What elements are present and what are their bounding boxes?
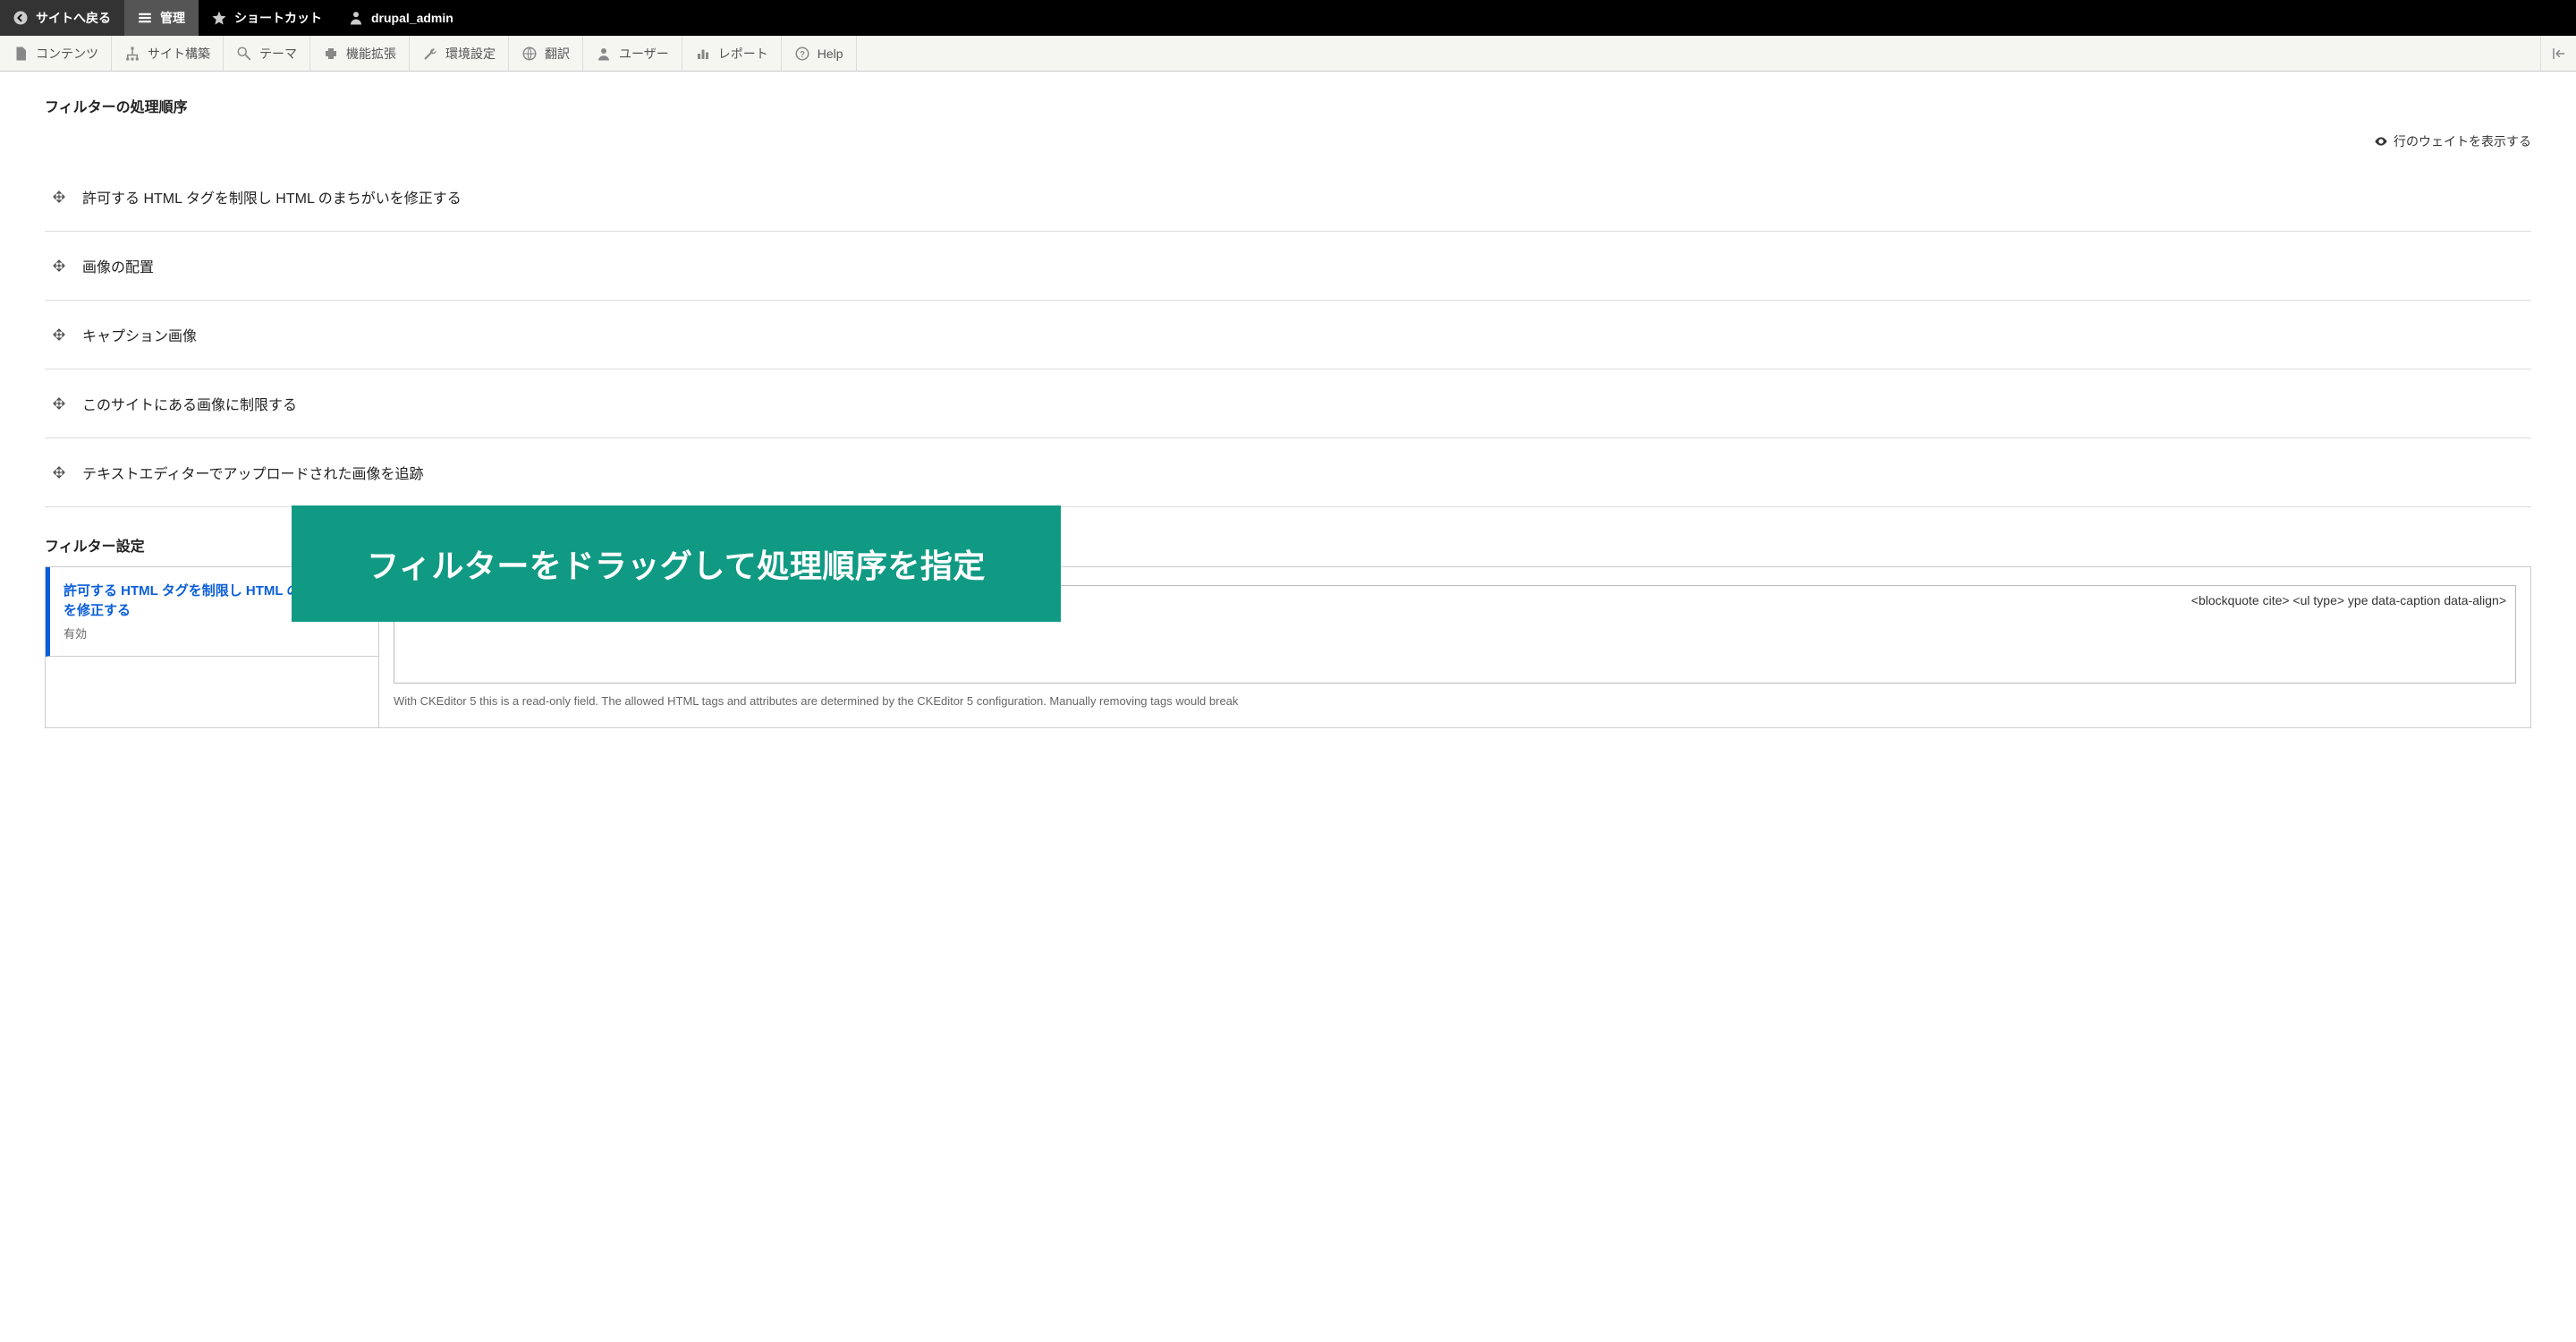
topbar-label: ショートカット	[234, 9, 322, 27]
help-text: With CKEditor 5 this is a read-only fiel…	[394, 693, 2516, 709]
show-weights-link[interactable]: 行のウェイトを表示する	[45, 132, 2531, 150]
chevron-left-icon	[13, 10, 29, 26]
menubar-help[interactable]: ? Help	[782, 36, 857, 71]
bar-chart-icon	[695, 46, 711, 62]
back-to-site[interactable]: サイトへ戻る	[0, 0, 124, 36]
menubar-structure[interactable]: サイト構築	[112, 36, 224, 71]
admin-topbar: サイトへ戻る 管理 ショートカット drupal_admin	[0, 0, 2576, 36]
eye-icon	[2374, 134, 2388, 149]
filter-label: このサイトにある画像に制限する	[82, 393, 297, 414]
menubar-extend[interactable]: 機能拡張	[310, 36, 410, 71]
filter-row[interactable]: 許可する HTML タグを制限し HTML のまちがいを修正する	[45, 163, 2531, 232]
menubar-appearance[interactable]: テーマ	[224, 36, 310, 71]
menubar-reports[interactable]: レポート	[682, 36, 782, 71]
topbar-label: 管理	[160, 9, 185, 27]
globe-icon	[521, 46, 538, 62]
filter-row[interactable]: このサイトにある画像に制限する	[45, 369, 2531, 438]
filter-row[interactable]: キャプション画像	[45, 301, 2531, 369]
menubar-config[interactable]: 環境設定	[410, 36, 509, 71]
menubar-label: テーマ	[259, 45, 297, 63]
annotation-text: フィルターをドラッグして処理順序を指定	[367, 540, 986, 587]
wand-icon	[236, 46, 252, 62]
filter-order-heading: フィルターの処理順序	[45, 95, 2531, 116]
show-weights-label: 行のウェイトを表示する	[2394, 132, 2531, 150]
collapse-toolbar[interactable]	[2540, 36, 2576, 71]
wrench-icon	[422, 46, 438, 62]
menubar-label: Help	[818, 47, 843, 61]
puzzle-icon	[323, 46, 339, 62]
topbar-label: サイトへ戻る	[36, 9, 111, 27]
admin-menubar: コンテンツ サイト構築 テーマ 機能拡張 環境設定 翻訳 ユーザー レポート ?…	[0, 36, 2576, 72]
filter-row[interactable]: 画像の配置	[45, 232, 2531, 301]
shortcuts[interactable]: ショートカット	[199, 0, 335, 36]
collapse-icon	[2551, 46, 2567, 62]
svg-text:?: ?	[800, 49, 805, 59]
menubar-label: 環境設定	[445, 45, 496, 63]
file-icon	[13, 46, 29, 62]
menubar-users[interactable]: ユーザー	[583, 36, 682, 71]
drag-handle-icon[interactable]	[52, 259, 66, 273]
filter-order-list: 許可する HTML タグを制限し HTML のまちがいを修正する 画像の配置 キ…	[45, 163, 2531, 507]
topbar-label: drupal_admin	[371, 11, 453, 25]
menubar-label: ユーザー	[619, 45, 669, 63]
admin-menu-toggle[interactable]: 管理	[124, 0, 199, 36]
filter-label: 画像の配置	[82, 255, 154, 276]
drag-handle-icon[interactable]	[52, 396, 66, 411]
menubar-label: サイト構築	[148, 45, 210, 63]
star-icon	[211, 10, 227, 26]
menubar-label: コンテンツ	[36, 45, 98, 63]
spacer	[857, 36, 2540, 71]
drag-handle-icon[interactable]	[52, 327, 66, 342]
menubar-label: 翻訳	[545, 45, 570, 63]
menubar-label: レポート	[718, 45, 768, 63]
user-icon	[596, 46, 612, 62]
user-menu[interactable]: drupal_admin	[335, 0, 467, 36]
person-icon	[348, 10, 364, 26]
structure-icon	[124, 46, 140, 62]
help-icon: ?	[794, 46, 810, 62]
tab-subtitle: 有効	[64, 624, 360, 641]
menubar-translate[interactable]: 翻訳	[509, 36, 583, 71]
drag-handle-icon[interactable]	[52, 190, 66, 204]
hamburger-icon	[137, 10, 153, 26]
filter-label: 許可する HTML タグを制限し HTML のまちがいを修正する	[82, 186, 462, 208]
filter-label: キャプション画像	[82, 324, 197, 345]
filter-row[interactable]: テキストエディターでアップロードされた画像を追跡	[45, 438, 2531, 507]
annotation-overlay: フィルターをドラッグして処理順序を指定	[292, 505, 1061, 622]
drag-handle-icon[interactable]	[52, 465, 66, 480]
filter-label: テキストエディターでアップロードされた画像を追跡	[82, 462, 423, 483]
menubar-label: 機能拡張	[346, 45, 396, 63]
menubar-content[interactable]: コンテンツ	[0, 36, 112, 71]
